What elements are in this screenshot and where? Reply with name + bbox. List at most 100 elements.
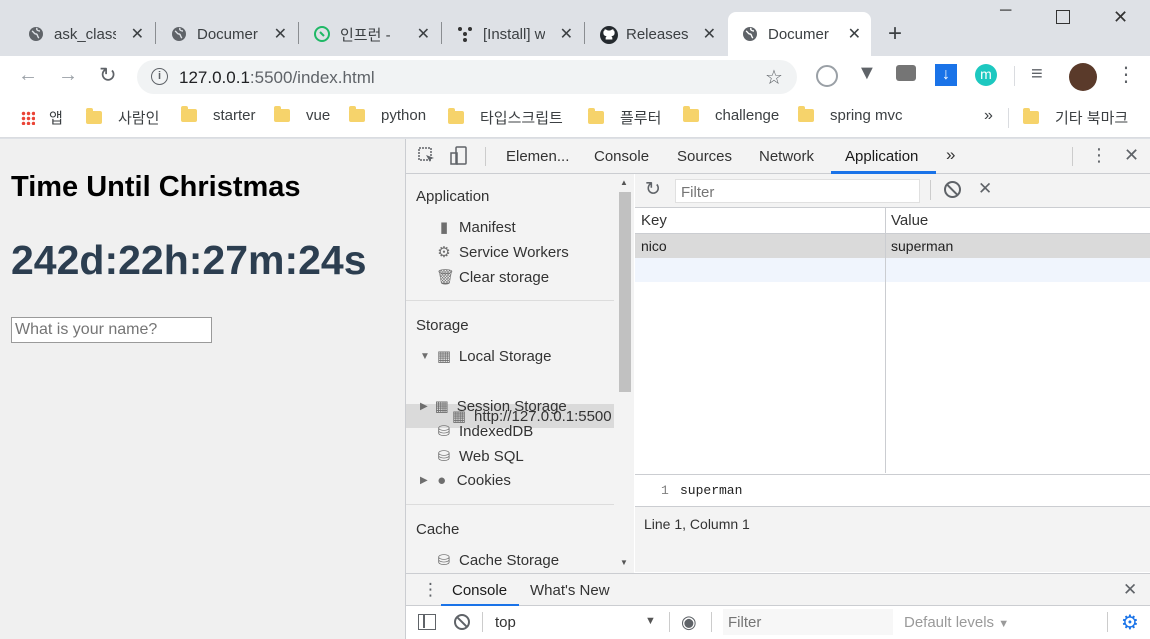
refresh-icon[interactable]: ↻ — [645, 178, 661, 201]
page-heading: Time Until Christmas — [11, 171, 301, 203]
console-settings-gear-icon[interactable]: ⚙ — [1121, 610, 1139, 635]
table-row[interactable]: nico superman — [635, 234, 1150, 258]
expand-right-icon[interactable]: ▶ — [420, 401, 428, 412]
close-tab-icon[interactable]: ✕ — [560, 24, 573, 44]
info-icon[interactable]: i — [151, 68, 168, 85]
log-levels-dropdown[interactable]: Default levels ▼ — [904, 614, 1009, 631]
preview-text[interactable]: superman — [680, 483, 742, 498]
new-tab-button[interactable]: + — [888, 20, 902, 48]
scroll-thumb[interactable] — [619, 192, 631, 392]
camera-icon[interactable] — [896, 65, 916, 81]
devtools-menu-icon[interactable]: ⋮ — [1090, 145, 1108, 166]
browser-tab[interactable]: [Install] w ✕ — [443, 12, 583, 56]
bookmark-folder[interactable]: 타입스크립트 — [448, 107, 563, 128]
context-dropdown-icon[interactable]: ▼ — [645, 615, 656, 627]
devtools-tab-console[interactable]: Console — [594, 148, 649, 165]
browser-tab[interactable]: ask_class ✕ — [14, 12, 154, 56]
close-tab-icon[interactable]: ✕ — [131, 24, 144, 44]
device-toolbar-icon[interactable] — [450, 146, 468, 166]
bookmark-folder[interactable]: 사람인 — [86, 107, 159, 128]
section-header-storage: Storage — [416, 317, 469, 334]
reload-button[interactable]: ↻ — [99, 63, 117, 88]
column-header-value[interactable]: Value — [885, 208, 1150, 234]
avatar[interactable] — [1069, 63, 1097, 91]
sidebar-toggle-icon[interactable] — [418, 614, 436, 630]
sidebar-item-manifest[interactable]: ▮ Manifest — [436, 218, 516, 237]
storage-toolbar: ↻ ✕ — [635, 174, 1150, 208]
globe-icon — [171, 26, 187, 42]
clear-all-icon[interactable] — [944, 181, 961, 198]
back-button[interactable]: ← — [18, 64, 38, 87]
devtools-tab-elements[interactable]: Elemen... — [506, 148, 569, 165]
minimize-button[interactable]: ─ — [1000, 2, 1011, 20]
sidebar-scrollbar[interactable]: ▲ ▼ — [614, 174, 634, 574]
close-devtools-icon[interactable]: ✕ — [1124, 145, 1139, 166]
sidebar-item-session-storage[interactable]: ▶ ▦ Session Storage — [420, 397, 567, 416]
clear-console-icon[interactable] — [454, 614, 470, 630]
maximize-button[interactable] — [1056, 10, 1070, 24]
extension-target-icon[interactable] — [816, 65, 838, 87]
close-window-button[interactable]: ✕ — [1113, 7, 1128, 28]
bookmarks-overflow-button[interactable]: » — [984, 107, 993, 125]
close-drawer-icon[interactable]: ✕ — [1123, 580, 1137, 600]
close-tab-icon[interactable]: ✕ — [417, 24, 430, 44]
sidebar-item-cache-storage[interactable]: ⛁ Cache Storage — [436, 551, 559, 570]
globe-icon — [742, 26, 758, 42]
bookmark-folder[interactable]: spring mvc — [798, 106, 903, 124]
bookmark-folder[interactable]: challenge — [683, 106, 779, 124]
address-bar[interactable]: i 127.0.0.1:5500/index.html ☆ — [137, 60, 797, 94]
browser-tab[interactable]: 인프런 - ✕ — [300, 12, 440, 56]
drawer-tab-console[interactable]: Console — [452, 582, 507, 599]
close-tab-icon[interactable]: ✕ — [274, 24, 287, 44]
sidebar-item-clear-storage[interactable]: 🗑 Clear storage — [436, 268, 549, 287]
table-row-empty[interactable] — [635, 258, 1150, 282]
sidebar-item-web-sql[interactable]: ⛁ Web SQL — [436, 447, 524, 466]
browser-tab[interactable]: Releases ✕ — [586, 12, 726, 56]
other-bookmarks-folder[interactable]: 기타 북마크 — [1023, 107, 1128, 128]
close-tab-icon[interactable]: ✕ — [848, 24, 861, 44]
bookmark-folder[interactable]: python — [349, 106, 426, 124]
sidebar-item-indexeddb[interactable]: ⛁ IndexedDB — [436, 422, 534, 441]
bookmark-apps[interactable]: 앱 — [21, 107, 63, 128]
eye-icon[interactable]: ◉ — [681, 612, 697, 633]
bookmark-folder[interactable]: starter — [181, 106, 256, 124]
close-tab-icon[interactable]: ✕ — [703, 24, 716, 44]
name-input[interactable] — [11, 317, 212, 343]
devtools-tab-sources[interactable]: Sources — [677, 148, 732, 165]
drawer-menu-icon[interactable]: ⋮ — [422, 580, 439, 600]
bookmark-star-icon[interactable]: ☆ — [765, 65, 783, 90]
levels-dropdown-icon: ▼ — [998, 618, 1010, 630]
context-selector[interactable]: top — [495, 614, 516, 631]
media-control-icon[interactable]: ≡ — [1031, 63, 1043, 86]
bookmark-folder[interactable]: vue — [274, 106, 330, 124]
scroll-up-icon[interactable]: ▲ — [620, 178, 628, 187]
column-header-key[interactable]: Key — [635, 208, 885, 234]
expand-right-icon[interactable]: ▶ — [420, 475, 428, 486]
extension-vue-icon[interactable]: ▼ — [857, 62, 877, 85]
download-extension-icon[interactable]: ↓ — [935, 64, 957, 86]
url-host: 127.0.0.1 — [179, 68, 250, 87]
forward-button[interactable]: → — [58, 64, 78, 87]
inspect-element-icon[interactable] — [418, 147, 436, 165]
drawer-tab-whats-new[interactable]: What's New — [530, 582, 610, 599]
filter-input[interactable] — [675, 179, 920, 203]
sidebar-item-cookies[interactable]: ▶ ● Cookies — [420, 472, 511, 489]
devtools-tab-network[interactable]: Network — [759, 148, 814, 165]
storage-table: Key Value nico superman — [635, 208, 1150, 473]
line-number: 1 — [661, 483, 669, 498]
sidebar-item-service-workers[interactable]: ⚙ Service Workers — [436, 243, 568, 262]
sidebar-item-local-storage[interactable]: ▼ ▦ Local Storage — [420, 347, 551, 366]
status-bar: Line 1, Column 1 — [635, 506, 1150, 572]
scroll-down-icon[interactable]: ▼ — [620, 558, 628, 567]
more-tabs-button[interactable]: » — [946, 145, 955, 165]
devtools-tab-application[interactable]: Application — [845, 148, 918, 165]
extension-m-icon[interactable]: m — [975, 64, 997, 86]
browser-tab-active[interactable]: Documer ✕ — [728, 12, 871, 56]
expand-down-icon[interactable]: ▼ — [420, 351, 430, 362]
menu-kebab-icon[interactable]: ⋮ — [1116, 62, 1136, 87]
browser-tab[interactable]: Documer ✕ — [157, 12, 297, 56]
value-preview: 1 superman — [635, 474, 1150, 506]
bookmark-folder[interactable]: 플루터 — [588, 107, 661, 128]
delete-selected-icon[interactable]: ✕ — [978, 179, 992, 199]
console-filter-input[interactable] — [723, 609, 893, 635]
